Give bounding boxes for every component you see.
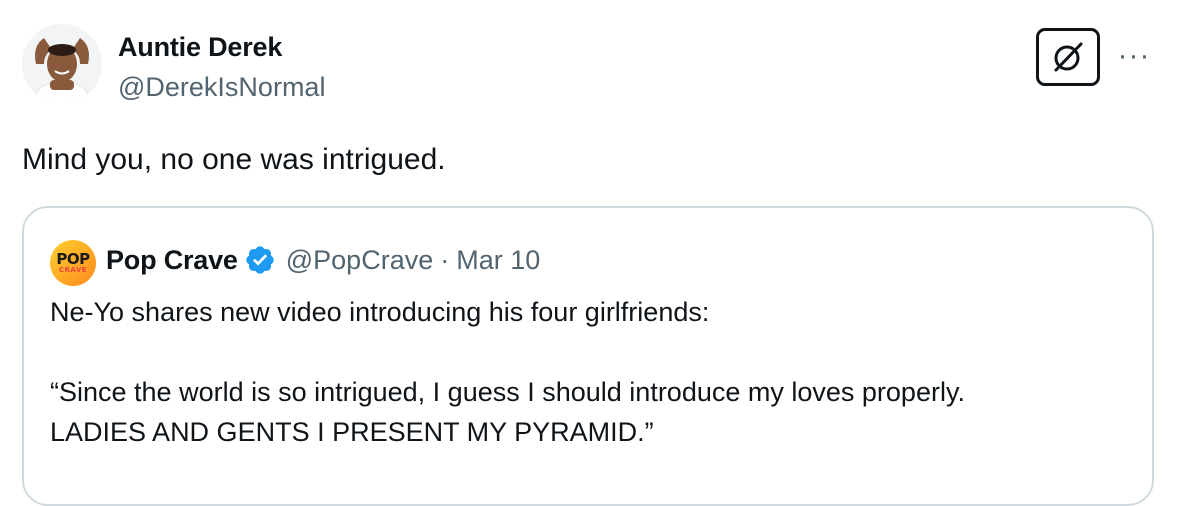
quoted-avatar-logo[interactable]: POP CRAVE — [50, 240, 96, 286]
tweet-text: Mind you, no one was intrigued. — [22, 143, 446, 176]
logo-pop-text: POP — [56, 250, 90, 268]
avatar-photo — [22, 24, 102, 104]
more-dots-icon: ··· — [1117, 39, 1151, 72]
verified-badge-icon — [244, 244, 276, 276]
quoted-line-3: LADIES AND GENTS I PRESENT MY PYRAMID.” — [50, 417, 654, 447]
quoted-line-2: “Since the world is so intrigued, I gues… — [50, 377, 965, 407]
quoted-tweet-text: Ne-Yo shares new video introducing his f… — [50, 292, 1130, 452]
grok-slash-circle-icon — [1054, 42, 1083, 72]
quoted-header: Pop Crave @PopCrave · Mar 10 — [106, 240, 540, 280]
quoted-tweet-card[interactable]: POP CRAVE Pop Crave @PopCrave · Mar 10 N… — [22, 206, 1154, 506]
header-separator: · — [440, 244, 450, 275]
quoted-author-handle[interactable]: @PopCrave — [286, 245, 433, 276]
logo-crave-text: CRAVE — [58, 266, 88, 274]
author-handle[interactable]: @DerekIsNormal — [118, 70, 325, 104]
author-name[interactable]: Auntie Derek — [118, 30, 282, 64]
quoted-line-1: Ne-Yo shares new video introducing his f… — [50, 297, 710, 327]
quoted-author-name[interactable]: Pop Crave — [106, 245, 238, 276]
author-avatar[interactable] — [22, 24, 102, 104]
quoted-date[interactable]: Mar 10 — [456, 245, 540, 276]
more-options-button[interactable]: ··· — [1114, 38, 1154, 74]
grok-button[interactable] — [1036, 28, 1100, 86]
